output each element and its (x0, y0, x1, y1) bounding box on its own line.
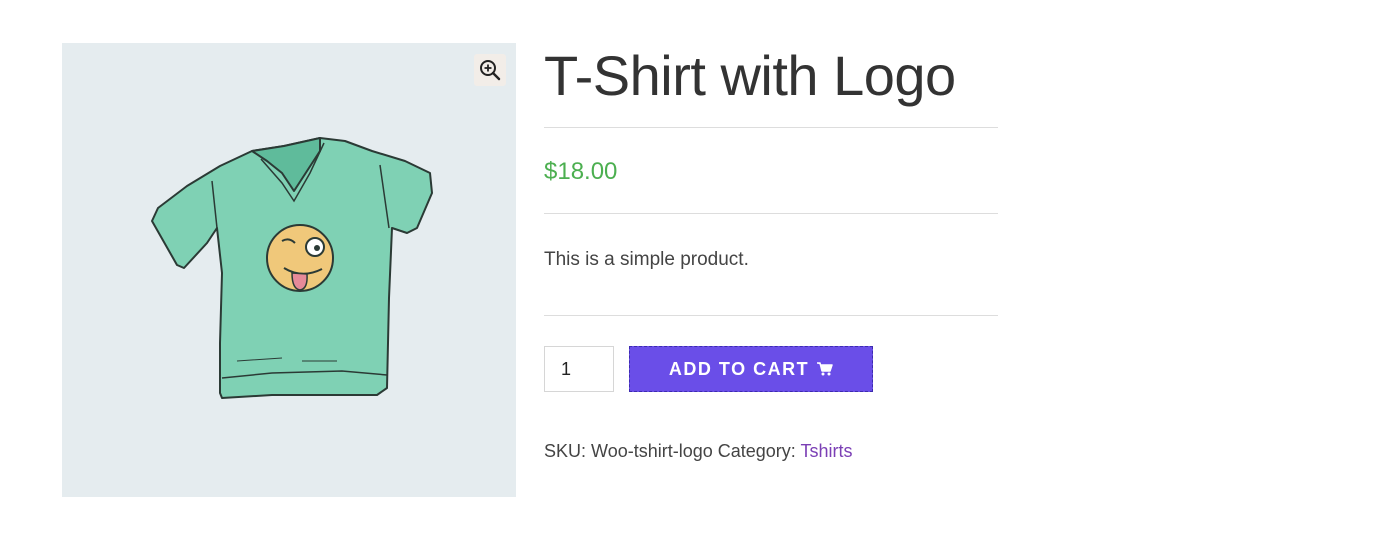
cart-icon (817, 362, 833, 376)
product-description: This is a simple product. (544, 249, 749, 270)
product-price: $18.00 (544, 158, 618, 185)
zoom-button[interactable] (474, 54, 506, 86)
divider (544, 213, 998, 214)
category-link[interactable]: Tshirts (801, 441, 853, 461)
add-to-cart-form: ADD TO CART (544, 346, 998, 392)
divider (544, 315, 998, 316)
divider (544, 127, 998, 128)
quantity-input[interactable] (544, 346, 614, 392)
category-label: Category: (717, 441, 796, 461)
tshirt-image[interactable] (62, 43, 516, 497)
sku-value: Woo-tshirt-logo (591, 441, 713, 461)
product-meta: SKU: Woo-tshirt-logo Category: Tshirts (544, 439, 998, 463)
add-to-cart-label: ADD TO CART (668, 358, 810, 379)
product-gallery (62, 43, 516, 497)
product-title: T-Shirt with Logo (544, 44, 956, 107)
product-summary: T-Shirt with Logo $18.00 This is a simpl… (544, 43, 998, 463)
sku-label: SKU: (544, 441, 587, 461)
add-to-cart-button[interactable]: ADD TO CART (629, 346, 873, 392)
zoom-in-icon (480, 60, 501, 81)
